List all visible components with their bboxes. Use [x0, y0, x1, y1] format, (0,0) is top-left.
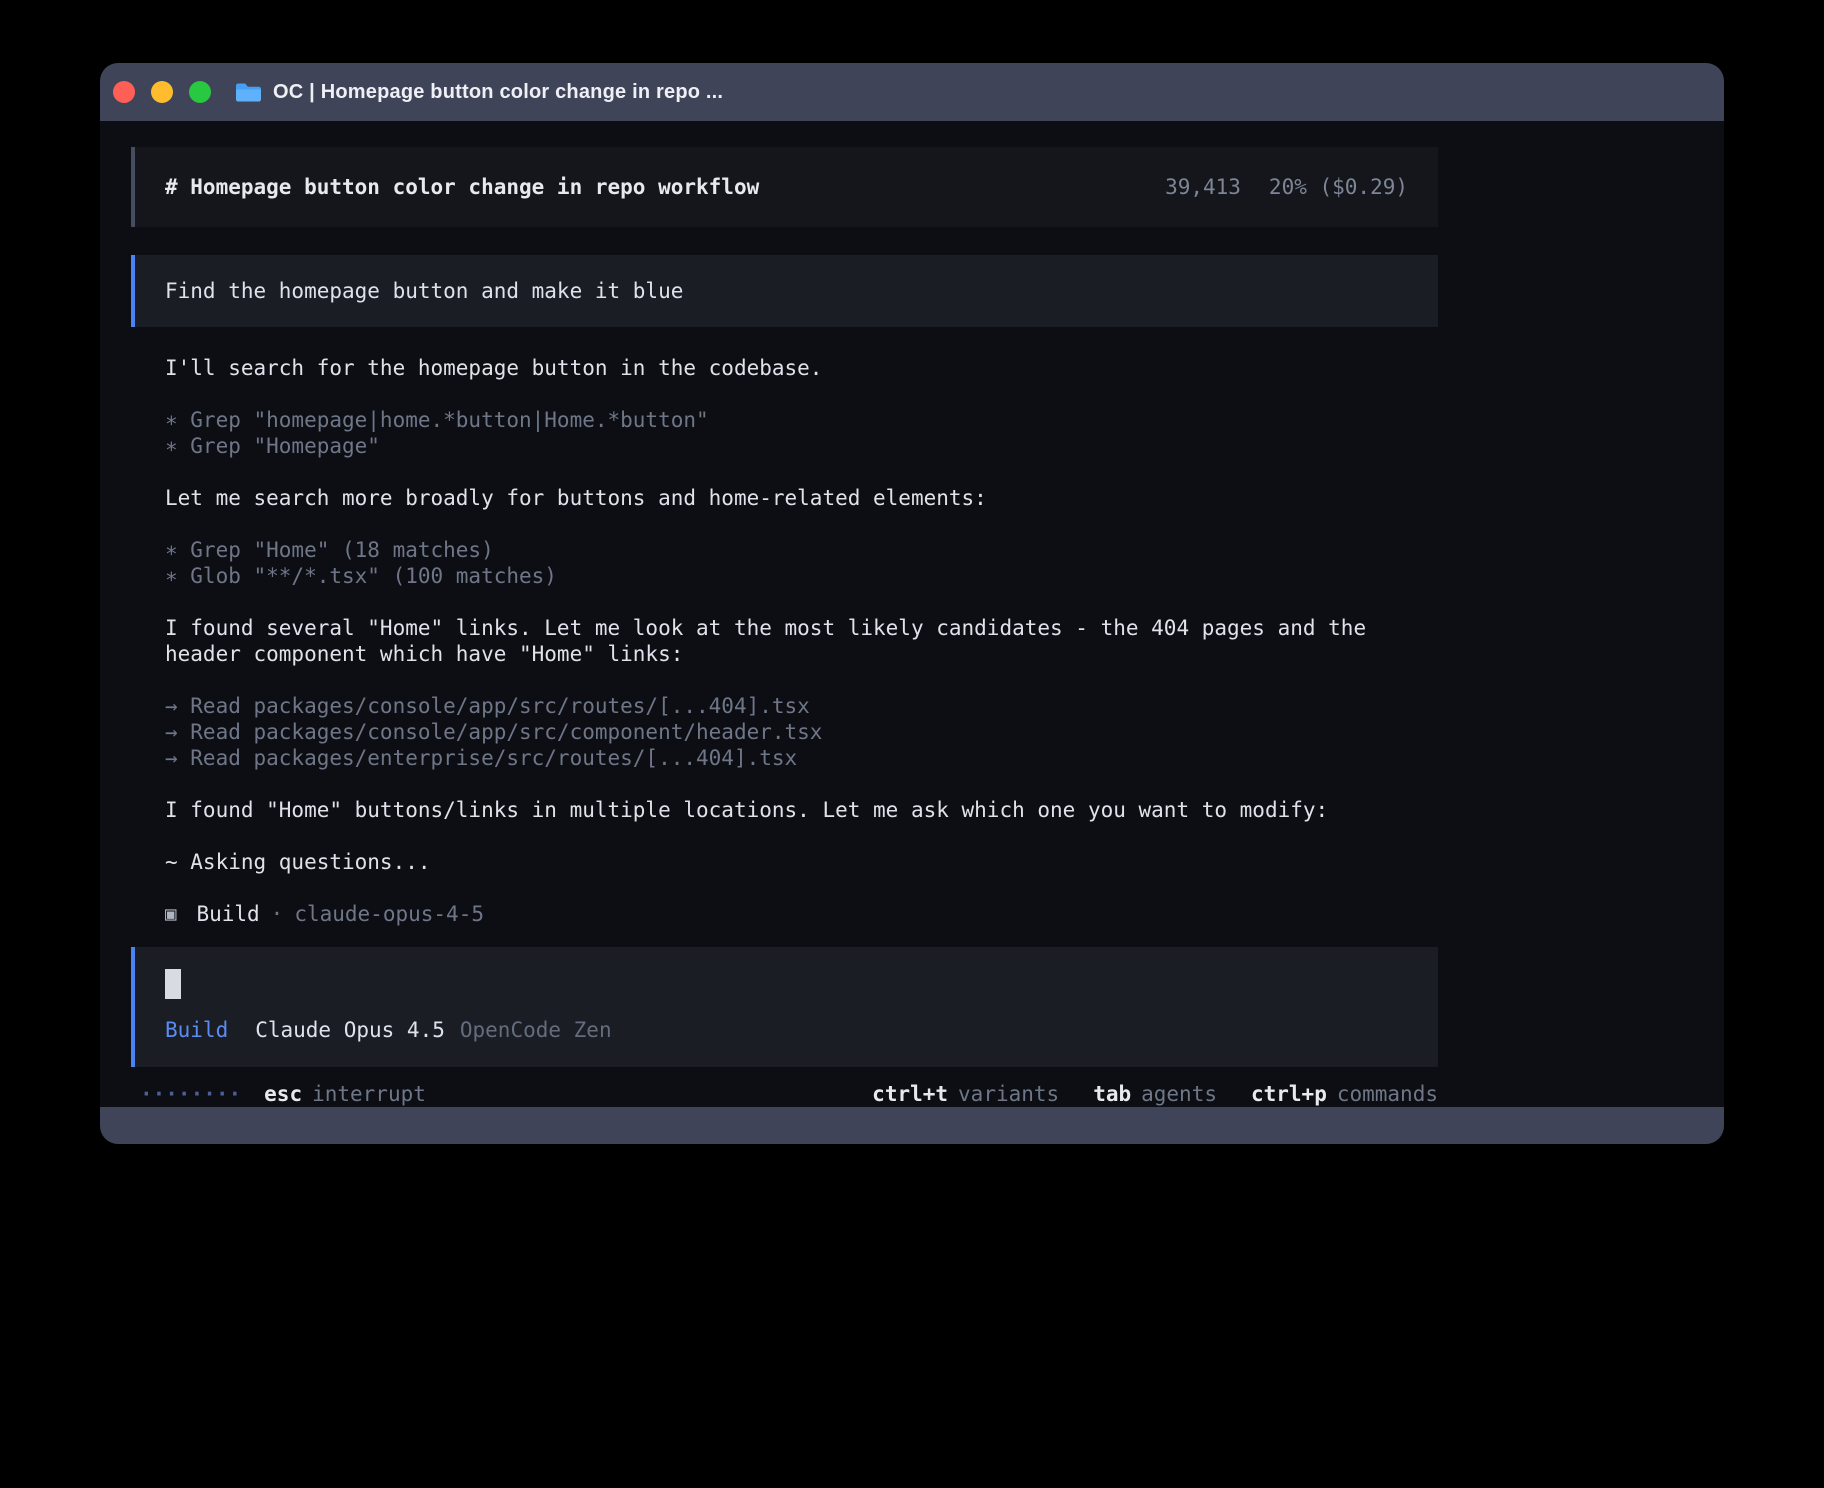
shortcut-interrupt: esc interrupt	[264, 1082, 426, 1106]
tool-call-grep: ∗ Grep "homepage|home.*button|Home.*butt…	[165, 407, 1438, 433]
shortcut-agents: tab agents	[1093, 1082, 1217, 1106]
tool-call-grep: ∗ Grep "Homepage"	[165, 433, 1438, 459]
blank-line	[165, 589, 1438, 615]
tool-call-read: → Read packages/console/app/src/routes/[…	[165, 693, 1438, 719]
assistant-transcript: I'll search for the homepage button in t…	[131, 327, 1438, 927]
assistant-text: Let me search more broadly for buttons a…	[165, 485, 1438, 511]
blank-line	[165, 459, 1438, 485]
blank-line	[165, 511, 1438, 537]
shortcut-key: ctrl+p	[1251, 1082, 1327, 1106]
blank-line	[165, 667, 1438, 693]
terminal-view: # Homepage button color change in repo w…	[100, 121, 1724, 1107]
tool-call-grep: ∗ Grep "Home" (18 matches)	[165, 537, 1438, 563]
shortcut-variants: ctrl+t variants	[872, 1082, 1059, 1106]
agent-separator: ·	[271, 901, 284, 927]
shortcut-label: agents	[1141, 1082, 1217, 1106]
agent-name: Build	[196, 901, 259, 927]
agent-model: claude-opus-4-5	[294, 901, 484, 927]
assistant-text: I found several "Home" links. Let me loo…	[165, 615, 1405, 667]
mode-label: Build	[165, 1018, 228, 1042]
terminal-window: OC | Homepage button color change in rep…	[100, 63, 1724, 1144]
token-count: 39,413	[1165, 175, 1241, 199]
model-name: Claude Opus 4.5	[255, 1018, 445, 1042]
blank-line	[165, 875, 1438, 901]
shortcut-key: tab	[1093, 1082, 1131, 1106]
titlebar: OC | Homepage button color change in rep…	[100, 63, 1724, 121]
shortcut-label: variants	[958, 1082, 1059, 1106]
provider-name: OpenCode Zen	[460, 1018, 612, 1042]
status-right: ctrl+t variants tab agents ctrl+p comman…	[872, 1082, 1438, 1106]
shortcut-commands: ctrl+p commands	[1251, 1082, 1438, 1106]
folder-icon	[235, 82, 262, 103]
session-meta: 39,413 20% ($0.29)	[1165, 175, 1408, 199]
user-message: Find the homepage button and make it blu…	[131, 255, 1438, 327]
title-group: OC | Homepage button color change in rep…	[235, 81, 723, 104]
user-message-text: Find the homepage button and make it blu…	[165, 279, 683, 303]
window-title: OC | Homepage button color change in rep…	[273, 81, 723, 104]
blank-line	[165, 823, 1438, 849]
window-controls	[113, 81, 211, 103]
session-title: # Homepage button color change in repo w…	[165, 175, 759, 199]
prompt-input[interactable]: Build Claude Opus 4.5 OpenCode Zen	[131, 947, 1438, 1067]
blank-line	[165, 381, 1438, 407]
text-cursor	[165, 969, 181, 999]
tool-call-read: → Read packages/console/app/src/componen…	[165, 719, 1438, 745]
context-cost: 20% ($0.29)	[1269, 175, 1408, 199]
tool-call-read: → Read packages/enterprise/src/routes/[.…	[165, 745, 1438, 771]
input-model-line: Build Claude Opus 4.5 OpenCode Zen	[165, 1018, 1408, 1042]
shortcut-key: esc	[264, 1082, 302, 1106]
minimize-button[interactable]	[151, 81, 173, 103]
agent-icon: ▣	[165, 901, 176, 927]
shortcut-label: interrupt	[312, 1082, 426, 1106]
status-bar: ········ esc interrupt ctrl+t variants t…	[131, 1081, 1438, 1107]
session-header: # Homepage button color change in repo w…	[131, 147, 1438, 227]
zoom-button[interactable]	[189, 81, 211, 103]
agent-badge: ▣ Build · claude-opus-4-5	[165, 901, 1438, 927]
assistant-text: I found "Home" buttons/links in multiple…	[165, 797, 1438, 823]
blank-line	[165, 771, 1438, 797]
shortcut-label: commands	[1337, 1082, 1438, 1106]
spinner: ········	[140, 1082, 241, 1106]
tool-call-glob: ∗ Glob "**/*.tsx" (100 matches)	[165, 563, 1438, 589]
close-button[interactable]	[113, 81, 135, 103]
status-left: ········ esc interrupt	[140, 1082, 426, 1106]
assistant-text: I'll search for the homepage button in t…	[165, 355, 1438, 381]
shortcut-key: ctrl+t	[872, 1082, 948, 1106]
assistant-status: ~ Asking questions...	[165, 849, 1438, 875]
